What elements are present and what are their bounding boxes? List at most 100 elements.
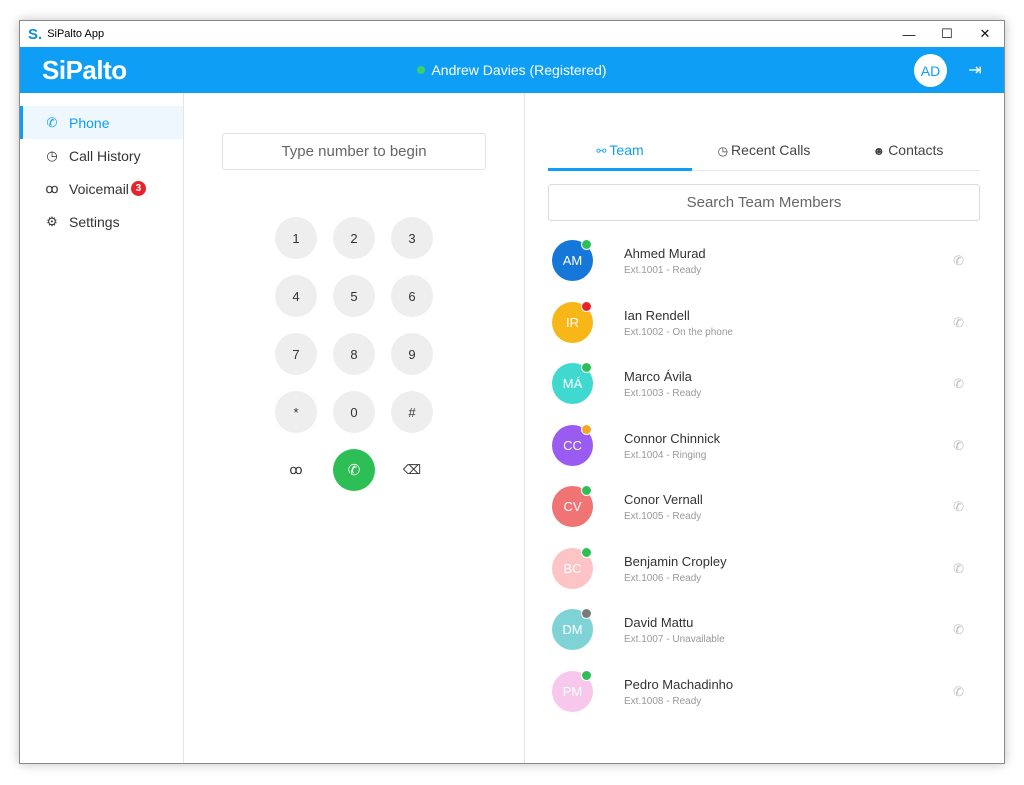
call-member-icon[interactable]: ✆ [953,438,964,454]
member-extension: Ext.1002 [624,326,664,338]
voicemail-count-badge: 3 [130,181,146,196]
member-extension-status: Ext.1003 - Ready [624,388,701,399]
number-input[interactable]: Type number to begin [222,133,486,170]
key-1[interactable]: 1 [275,217,317,259]
call-member-icon[interactable]: ✆ [953,561,964,577]
team-member-row[interactable]: DM David Mattu Ext.1007 - Unavailable ✆ [548,599,980,661]
member-extension: Ext.1007 [624,634,664,645]
member-state: Unavailable [672,634,725,645]
member-name: Ian Rendell [624,307,690,323]
title-bar: S. SiPalto App — ☐ ✕ [20,21,1004,47]
team-member-list: AM Ahmed Murad Ext.1001 - Ready ✆ IR Ian Rend… [548,230,980,722]
status-dot-icon [417,66,426,74]
registration-status: Andrew Davies (Registered) [20,62,1004,78]
key-hash[interactable]: # [391,391,433,433]
clock-icon: ◷ [46,147,58,163]
member-extension-status: Ext.1007 - Unavailable [624,634,725,645]
member-name: Ahmed Murad [624,246,706,261]
member-name: Connor Chinnick [624,430,721,446]
call-member-icon[interactable]: ✆ [953,499,964,515]
minimize-button[interactable]: — [890,21,928,47]
key-star[interactable]: * [275,391,317,433]
tab-contacts[interactable]: ☻ Contacts [836,133,980,170]
clock-icon: ◷ [717,144,729,158]
member-extension: Ext.1005 [624,511,664,522]
sidebar-item-label: Voicemail [69,180,129,197]
app-window: S. SiPalto App — ☐ ✕ SiPalto Andrew Davi… [19,20,1005,764]
key-6[interactable]: 6 [391,275,433,317]
team-member-row[interactable]: PM Pedro Machadinho Ext.1008 - Ready ✆ [548,661,980,723]
member-state: Ready [672,572,702,584]
tab-recent-calls[interactable]: ◷ Recent Calls [692,133,836,170]
call-member-icon[interactable]: ✆ [953,315,964,331]
call-member-icon[interactable]: ✆ [953,684,964,700]
brand-logo: SiPalto [42,54,127,85]
team-member-row[interactable]: IR Ian Rendell Ext.1002 - On the phone ✆ [548,292,980,354]
key-2[interactable]: 2 [333,217,375,259]
call-button[interactable]: ✆ [333,449,375,491]
window-title: SiPalto App [47,28,105,40]
team-member-row[interactable]: CC Connor Chinnick Ext.1004 - Ringing ✆ [548,415,980,477]
presence-status-icon [581,239,592,250]
team-member-row[interactable]: CV Conor Vernall Ext.1005 - Ready ✆ [548,476,980,538]
key-4[interactable]: 4 [275,275,317,317]
team-icon: ⚯ [596,144,607,158]
sidebar-item-voicemail[interactable]: ꝏ Voicemail 3 [20,172,183,205]
presence-status-icon [581,362,592,373]
sidebar-item-settings[interactable]: ⚙ Settings [20,205,183,238]
presence-status-icon [581,300,592,312]
key-5[interactable]: 5 [333,275,375,317]
presence-status-icon [581,669,592,681]
member-extension-status: Ext.1001 - Ready [624,265,701,276]
user-avatar[interactable]: AD [914,54,947,87]
member-state: Ready [672,265,702,276]
backspace-icon[interactable]: ⌫ [391,449,433,491]
sidebar-item-call-history[interactable]: ◷ Call History [20,139,183,172]
app-header: SiPalto Andrew Davies (Registered) AD ⇥ [20,47,1004,93]
member-extension-status: Ext.1006 - Ready [624,573,701,584]
call-member-icon[interactable]: ✆ [953,253,964,269]
voicemail-icon: ꝏ [45,180,59,196]
team-member-row[interactable]: MÁ Marco Ávila Ext.1003 - Ready ✆ [548,353,980,415]
sidebar-item-phone[interactable]: ✆ Phone [20,106,183,139]
member-extension-status: Ext.1002 - On the phone [624,327,733,338]
logout-icon[interactable]: ⇥ [966,61,984,79]
tab-label: Contacts [888,142,944,158]
sidebar-item-label: Phone [69,114,110,131]
voicemail-icon[interactable]: ꝏ [275,449,317,491]
team-member-row[interactable]: AM Ahmed Murad Ext.1001 - Ready ✆ [548,230,980,292]
app-logo-icon: S. [28,25,43,43]
member-extension: Ext.1006 [624,572,664,584]
member-extension: Ext.1004 [624,449,664,461]
member-extension: Ext.1003 [624,388,664,399]
key-0[interactable]: 0 [333,391,375,433]
key-8[interactable]: 8 [333,333,375,375]
member-name: Conor Vernall [624,492,703,507]
sidebar-item-label: Settings [69,213,120,230]
member-state: On the phone [672,326,733,338]
call-member-icon[interactable]: ✆ [953,376,964,392]
member-extension-status: Ext.1008 - Ready [624,696,701,707]
key-9[interactable]: 9 [391,333,433,375]
close-button[interactable]: ✕ [966,21,1004,47]
key-3[interactable]: 3 [391,217,433,259]
presence-status-icon [581,546,592,558]
member-name: Pedro Machadinho [624,676,734,692]
team-member-row[interactable]: BC Benjamin Cropley Ext.1006 - Ready ✆ [548,538,980,600]
tab-label: Team [609,142,644,158]
member-extension: Ext.1001 [624,265,664,276]
tab-team[interactable]: ⚯ Team [548,133,692,171]
phone-icon: ✆ [46,114,58,130]
contacts-icon: ☻ [872,144,886,158]
tab-label: Recent Calls [731,142,811,158]
key-7[interactable]: 7 [275,333,317,375]
member-extension: Ext.1008 [624,695,664,707]
member-extension-status: Ext.1004 - Ringing [624,450,706,461]
member-state: Ringing [672,449,707,461]
sidebar: ✆ Phone ◷ Call History ꝏ Voicemail 3 ⚙ S… [20,93,184,763]
call-member-icon[interactable]: ✆ [953,622,964,638]
sidebar-item-label: Call History [69,147,141,164]
maximize-button[interactable]: ☐ [928,21,966,47]
search-team-input[interactable]: Search Team Members [548,184,980,221]
team-panel: ⚯ Team ◷ Recent Calls ☻ Contacts Search Tea… [525,93,1004,763]
